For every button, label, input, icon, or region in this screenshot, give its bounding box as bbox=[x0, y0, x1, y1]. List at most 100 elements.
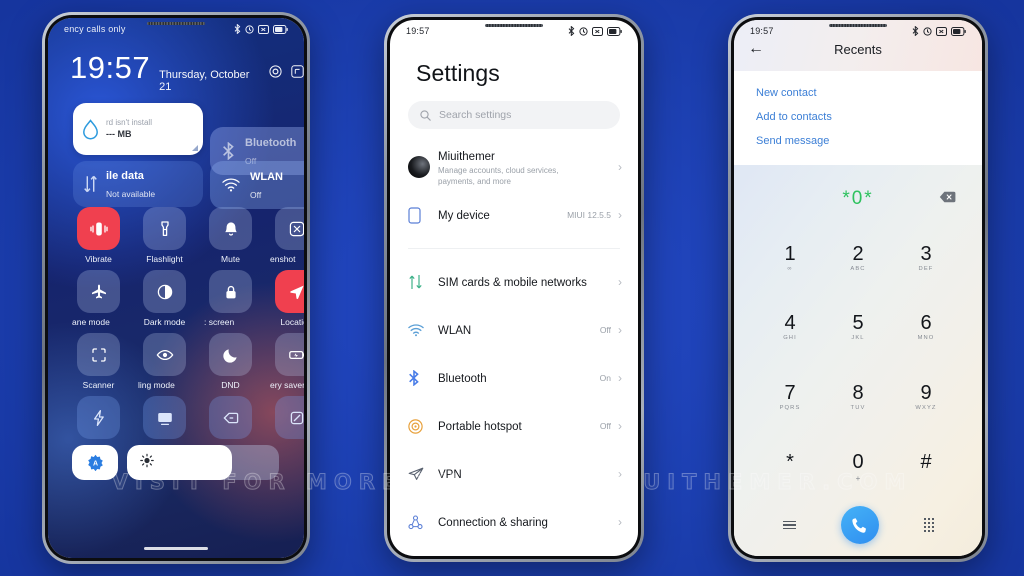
account-name: Miuithemer bbox=[438, 150, 495, 163]
quick-toggle-mute[interactable]: Mute bbox=[204, 207, 257, 264]
settings-row-label: Bluetooth bbox=[438, 373, 487, 385]
key-number: 2 bbox=[852, 243, 864, 266]
key-6[interactable]: 6 MNO bbox=[892, 294, 960, 361]
quick-toggle-vibrate[interactable]: Vibrate bbox=[72, 207, 125, 264]
mobile-data-tile-card[interactable]: ile data Not available bbox=[73, 161, 203, 207]
camera-ring-icon[interactable] bbox=[269, 65, 282, 78]
key-sublabel: + bbox=[855, 473, 861, 483]
settings-row-value: Off bbox=[599, 325, 611, 335]
settings-row-label: Connection & sharing bbox=[438, 517, 548, 529]
action-new-contact[interactable]: New contact bbox=[734, 81, 982, 105]
key-0[interactable]: 0 + bbox=[824, 433, 892, 500]
key-number: 8 bbox=[852, 381, 864, 404]
quick-toggle-battery-saver[interactable]: ery saver bbox=[270, 333, 304, 390]
key-2[interactable]: 2 ABC bbox=[824, 225, 892, 292]
call-button[interactable] bbox=[840, 506, 879, 544]
settings-row-bluetooth[interactable]: Bluetooth On › bbox=[390, 354, 638, 402]
mute-icon bbox=[936, 26, 947, 36]
quick-toggle-lock-screen[interactable]: : screen bbox=[204, 270, 257, 327]
dialer-title-bar: ← Recents bbox=[734, 38, 982, 69]
chevron-right-icon: › bbox=[618, 419, 622, 433]
quick-toggle-flashlight[interactable]: Flashlight bbox=[138, 207, 191, 264]
scan-frame-icon bbox=[77, 333, 120, 376]
key-4[interactable]: 4 GHI bbox=[756, 294, 824, 361]
battery-icon bbox=[951, 26, 966, 36]
lightning-icon bbox=[77, 396, 120, 439]
key-7[interactable]: 7 PQRS bbox=[756, 364, 824, 431]
search-placeholder: Search settings bbox=[439, 109, 512, 121]
key-9[interactable]: 9 WXYZ bbox=[892, 364, 960, 431]
backspace-icon[interactable] bbox=[939, 190, 956, 208]
key-5[interactable]: 5 JKL bbox=[824, 294, 892, 361]
brightness-slider[interactable] bbox=[127, 445, 279, 480]
storage-notification-card[interactable]: rd isn't install --- MB bbox=[73, 103, 203, 155]
settings-row-wlan[interactable]: WLAN Off › bbox=[390, 306, 638, 354]
quick-toggle-label: Location bbox=[280, 317, 304, 327]
key-3[interactable]: 3 DEF bbox=[892, 225, 960, 292]
settings-row-label: WLAN bbox=[438, 325, 472, 337]
cast-screen-icon bbox=[143, 396, 186, 439]
screenshot-icon[interactable] bbox=[291, 65, 304, 78]
battery-plus-icon bbox=[275, 333, 304, 376]
screenshot-icon bbox=[275, 207, 304, 250]
key-number: 3 bbox=[920, 243, 932, 266]
resize-handle-icon[interactable] bbox=[192, 145, 198, 151]
flashlight-icon bbox=[143, 207, 186, 250]
dialed-number: *0* bbox=[842, 188, 874, 209]
settings-row-connection-sharing[interactable]: Connection & sharing › bbox=[390, 498, 638, 546]
quick-toggle-screenshot[interactable]: enshot bbox=[270, 207, 304, 264]
quick-toggle-label: ane mode bbox=[72, 317, 110, 327]
quick-toggle-airplane-mode[interactable]: ane mode bbox=[72, 270, 125, 327]
location-arrow-icon bbox=[275, 270, 304, 313]
quick-toggle-dnd[interactable]: DND bbox=[204, 333, 257, 390]
action-add-to-contacts[interactable]: Add to contacts bbox=[734, 105, 982, 129]
quick-toggle-dark-mode[interactable]: Dark mode bbox=[138, 270, 191, 327]
action-send-message[interactable]: Send message bbox=[734, 129, 982, 153]
settings-row-value: Off bbox=[599, 421, 611, 431]
key-number: 4 bbox=[784, 312, 796, 335]
settings-row-vpn[interactable]: VPN › bbox=[390, 450, 638, 498]
lockscreen-date: Thursday, October 21 bbox=[159, 69, 250, 93]
wifi-icon bbox=[222, 178, 240, 192]
key-hash[interactable]: # bbox=[892, 433, 960, 500]
settings-row-my-device[interactable]: My device MIUI 12.5.5 › bbox=[390, 191, 638, 239]
key-1[interactable]: 1 ∞ bbox=[756, 225, 824, 292]
quick-toggle-scanner[interactable]: Scanner bbox=[72, 333, 125, 390]
quick-toggle-reading-mode[interactable]: ling mode bbox=[138, 333, 191, 390]
wifi-icon bbox=[408, 323, 434, 337]
quick-toggle-cast[interactable] bbox=[138, 396, 191, 439]
phone-device-dialer: 19:57 ← Recents New contact Add to conta… bbox=[728, 14, 988, 562]
quick-toggle-label: Flashlight bbox=[146, 254, 183, 264]
key-sublabel: PQRS bbox=[779, 404, 801, 411]
chevron-right-icon: › bbox=[618, 371, 622, 385]
keypad-dots-icon[interactable] bbox=[923, 518, 934, 532]
hamburger-icon[interactable] bbox=[782, 518, 796, 532]
phone2-status-bar: 19:57 bbox=[390, 20, 638, 38]
settings-row-sim-cards[interactable]: SIM cards & mobile networks › bbox=[390, 258, 638, 306]
chevron-right-icon: › bbox=[618, 323, 622, 337]
quick-toggle-tag[interactable] bbox=[204, 396, 257, 439]
quick-toggle-label: : screen bbox=[204, 317, 235, 327]
quick-toggle-power-boost[interactable] bbox=[72, 396, 125, 439]
mobile-data-tile-label: ile data bbox=[106, 170, 144, 182]
phone1-screen: ency calls only 19:57 Thursday, October … bbox=[48, 18, 304, 558]
quick-toggle-label: enshot bbox=[270, 254, 296, 264]
search-input[interactable]: Search settings bbox=[408, 101, 620, 129]
key-star[interactable]: * bbox=[756, 433, 824, 500]
settings-row-portable-hotspot[interactable]: Portable hotspot Off › bbox=[390, 402, 638, 450]
auto-brightness-button[interactable]: A bbox=[72, 445, 118, 480]
key-sublabel: GHI bbox=[783, 335, 797, 342]
phone1-bezel: ency calls only 19:57 Thursday, October … bbox=[45, 15, 307, 561]
quick-toggle-auto-rotate[interactable] bbox=[270, 396, 304, 439]
quick-toggle-label: Vibrate bbox=[85, 254, 112, 264]
list-divider bbox=[408, 248, 620, 249]
lockscreen-clock-row: 19:57 Thursday, October 21 bbox=[48, 36, 304, 93]
settings-row-account[interactable]: Miuithemer Manage accounts, cloud servic… bbox=[390, 143, 638, 191]
connectivity-cards: rd isn't install --- MB Bluetooth Off il… bbox=[48, 103, 304, 209]
svg-text:A: A bbox=[92, 460, 97, 467]
quick-toggle-location[interactable]: Location bbox=[270, 270, 304, 327]
wlan-tile-card[interactable]: WLAN Off bbox=[210, 161, 304, 209]
key-8[interactable]: 8 TUV bbox=[824, 364, 892, 431]
home-indicator[interactable] bbox=[144, 547, 208, 550]
back-arrow-icon[interactable]: ← bbox=[748, 41, 764, 57]
